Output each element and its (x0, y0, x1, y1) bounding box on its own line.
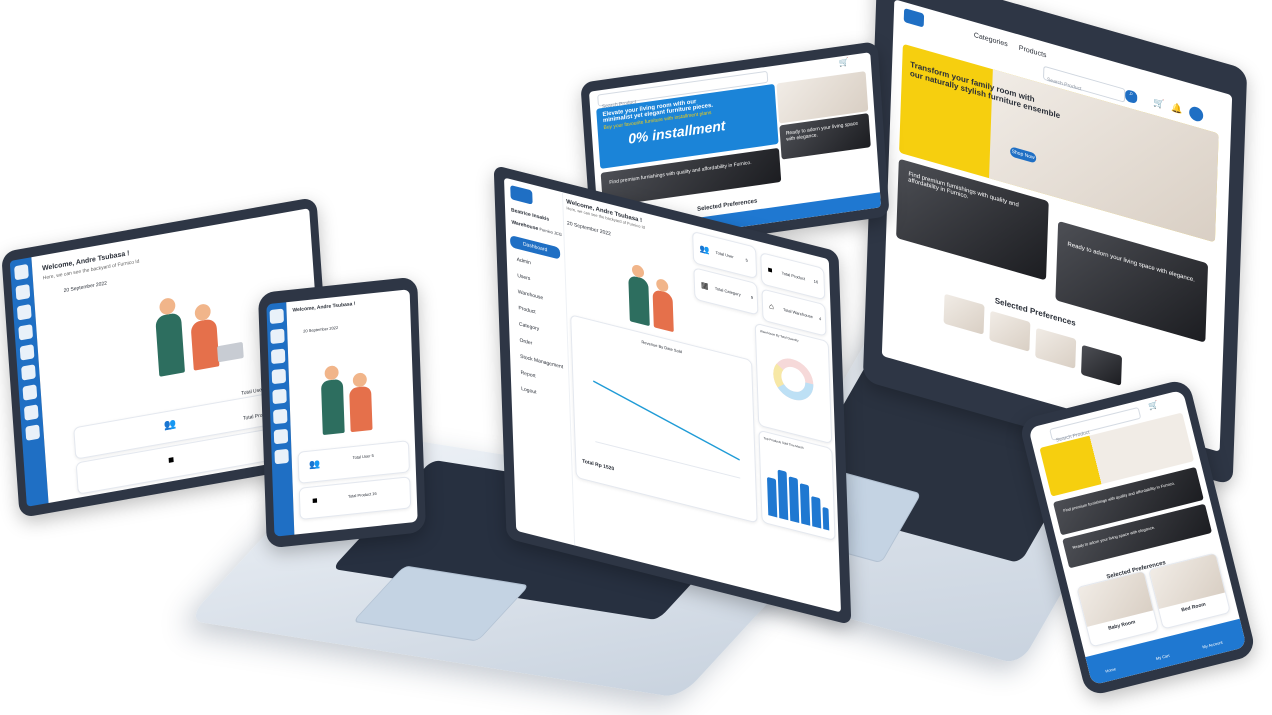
menu-warehouse[interactable]: Warehouse (518, 289, 544, 301)
menu-users[interactable]: Users (517, 273, 530, 282)
menu-product[interactable]: Product (518, 305, 535, 315)
category-icon[interactable] (273, 428, 289, 445)
warehouse-donut-chart: Warehouse By Total Quantity (754, 322, 833, 445)
bar-plot (766, 453, 830, 531)
grid-icon: ▦ (700, 280, 709, 292)
team-illustration (134, 281, 249, 390)
search-icon: ⌕ (1129, 90, 1134, 99)
menu-category[interactable]: Category (519, 321, 539, 332)
bell-icon[interactable]: 🔔 (1171, 102, 1183, 116)
menu-stock[interactable]: Stock Management (520, 354, 563, 371)
bar-6 (822, 506, 830, 531)
pref-card-2[interactable] (989, 310, 1031, 352)
warehouse-icon: ⌂ (768, 301, 774, 312)
pref-baby-room[interactable]: Baby Room (1076, 570, 1160, 648)
nav-home[interactable]: Home (1105, 666, 1117, 673)
phone-left-screen: Welcome, Andre Tsubasa ! 20 September 20… (286, 289, 418, 535)
warehouse-icon[interactable] (272, 388, 287, 405)
order-icon[interactable] (23, 404, 39, 421)
nav-categories[interactable]: Categories (974, 32, 1008, 49)
avatar[interactable] (1188, 105, 1204, 123)
cart-icon[interactable]: 🛒 (1148, 400, 1160, 411)
site-logo[interactable] (903, 8, 925, 28)
revenue-series-line (593, 380, 740, 461)
bar-5 (811, 495, 822, 529)
box-icon: ■ (311, 495, 318, 506)
dashboard-icon[interactable] (15, 283, 31, 301)
bar-1 (766, 476, 778, 518)
users-icon: 👥 (308, 458, 321, 470)
pref-card-1[interactable] (943, 293, 985, 335)
search-button[interactable]: ⌕ (1124, 88, 1138, 105)
box-icon: ■ (167, 454, 175, 467)
logo-icon[interactable] (269, 308, 284, 325)
laptop-center-screen: Beatrice Insakis Warehouse Furnico JCG D… (503, 177, 842, 613)
promo-tile-2[interactable]: Ready to adorn your living space with el… (1055, 220, 1209, 343)
order-icon[interactable] (274, 448, 289, 465)
box-icon: ■ (767, 264, 773, 276)
dashboard-sidebar: Beatrice Insakis Warehouse Furnico JCG D… (503, 177, 576, 546)
logo-icon[interactable] (14, 263, 29, 281)
nav-my-account[interactable]: My Account (1202, 640, 1223, 650)
users-icon[interactable] (18, 324, 34, 341)
donut-plot (773, 358, 814, 401)
admin-icon[interactable] (16, 304, 32, 321)
warehouse-value: Furnico JCG (539, 226, 562, 238)
menu-admin[interactable]: Admin (517, 257, 531, 267)
bar-4 (799, 483, 811, 526)
menu-order[interactable]: Order (519, 337, 532, 346)
revenue-line-chart: Revenue By Date Sold Total Rp 1520 (570, 314, 758, 524)
nav-my-cart[interactable]: My Cart (1155, 653, 1170, 661)
warehouse-label: Warehouse (511, 219, 539, 233)
pref-card-4[interactable] (1081, 344, 1123, 386)
report-icon[interactable] (25, 424, 41, 441)
product-icon[interactable] (273, 408, 288, 425)
admin-icon[interactable] (270, 348, 286, 365)
pref-card-3[interactable] (1035, 327, 1077, 369)
product-icon[interactable] (21, 364, 36, 381)
warehouse-icon[interactable] (19, 344, 35, 361)
cart-icon[interactable]: 🛒 (1153, 97, 1165, 111)
menu-report[interactable]: Report (521, 370, 536, 380)
menu-logout[interactable]: Logout (521, 386, 536, 396)
team-illustration (618, 252, 690, 340)
bar-2 (777, 469, 789, 521)
users-icon: 👥 (163, 418, 177, 432)
phone-left: Welcome, Andre Tsubasa ! 20 September 20… (257, 276, 427, 549)
top-products-bar-chart: Top Products Sold This Month (758, 429, 836, 542)
cart-icon[interactable]: 🛒 (839, 57, 850, 67)
date-label: 20 September 2022 (63, 280, 108, 295)
category-icon[interactable] (22, 384, 38, 401)
team-illustration (310, 352, 392, 441)
users-icon[interactable] (271, 368, 287, 385)
stat-card-products[interactable]: ■ Total Product 16 (298, 476, 412, 520)
users-icon: 👥 (699, 243, 710, 256)
nav-products[interactable]: Products (1019, 45, 1047, 60)
dashboard-icon[interactable] (270, 328, 285, 345)
bar-3 (788, 476, 800, 523)
logo[interactable] (510, 185, 533, 205)
